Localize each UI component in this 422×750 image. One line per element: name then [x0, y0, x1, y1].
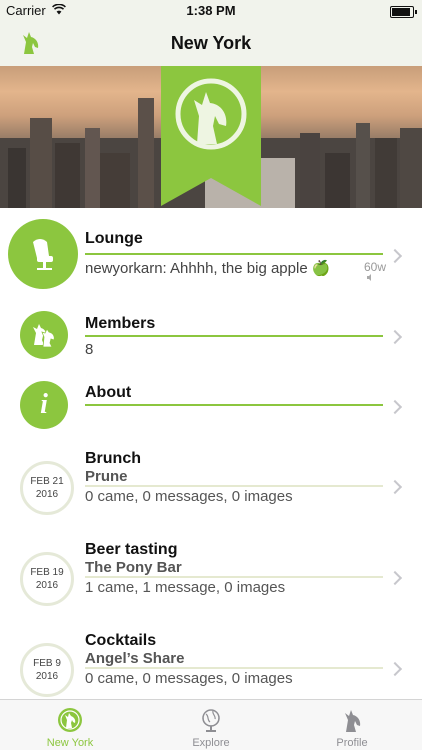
chevron-right-icon [387, 399, 403, 415]
horse-profile-icon [345, 710, 361, 732]
chevron-right-icon [387, 248, 403, 264]
lounge-last-message: newyorkarn: Ahhhh, the big apple 🍏 [85, 260, 331, 277]
event-venue: Prune [85, 468, 128, 485]
divider [85, 253, 383, 255]
event-row[interactable]: FEB 21 2016 Brunch Prune 0 came, 0 messa… [0, 440, 422, 531]
about-row[interactable]: i About [0, 370, 422, 440]
tab-explore[interactable]: Explore [141, 700, 281, 750]
info-icon: i [20, 381, 68, 429]
event-date-label: FEB 21 [30, 476, 64, 487]
city-hero-image [0, 66, 422, 208]
event-year-label: 2016 [35, 580, 59, 591]
members-count: 8 [85, 341, 94, 358]
tab-new-york[interactable]: New York [0, 700, 140, 750]
event-row[interactable]: FEB 9 2016 Cocktails Angel’s Share 0 cam… [0, 622, 422, 700]
status-bar: Carrier 1:38 PM [0, 0, 422, 22]
battery-icon [390, 6, 417, 18]
divider [85, 404, 383, 406]
speaker-muted-icon [367, 274, 371, 281]
nav-bar: New York [0, 22, 422, 67]
tab-label: Explore [192, 737, 230, 749]
event-row[interactable]: FEB 19 2016 Beer tasting The Pony Bar 1 … [0, 531, 422, 622]
event-venue: Angel’s Share [85, 650, 185, 667]
event-stats: 0 came, 0 messages, 0 images [85, 488, 293, 505]
event-name: Brunch [85, 450, 141, 467]
horse-badge-icon [58, 708, 82, 732]
divider [85, 667, 383, 669]
community-banner-badge [161, 66, 261, 206]
event-date-label: FEB 9 [33, 658, 61, 669]
divider [85, 335, 383, 337]
event-year-label: 2016 [35, 671, 59, 682]
divider [85, 485, 383, 487]
clock: 1:38 PM [186, 3, 236, 18]
chevron-right-icon [387, 479, 403, 495]
event-stats: 1 came, 1 message, 0 images [85, 579, 286, 596]
lounge-title: Lounge [85, 230, 143, 247]
chevron-right-icon [387, 329, 403, 345]
tab-label: Profile [336, 737, 368, 749]
tab-bar: New York Explore Profile [0, 699, 422, 750]
event-date-label: FEB 19 [30, 567, 64, 578]
event-venue: The Pony Bar [85, 559, 182, 576]
tab-profile[interactable]: Profile [282, 700, 422, 750]
event-name: Beer tasting [85, 541, 178, 558]
divider [85, 576, 383, 578]
page-title: New York [170, 33, 252, 53]
event-date-badge: FEB 21 2016 [20, 461, 74, 515]
about-title: About [85, 384, 132, 401]
globe-icon [202, 709, 220, 732]
chevron-right-icon [387, 570, 403, 586]
tab-label: New York [46, 737, 94, 749]
event-date-badge: FEB 19 2016 [20, 552, 74, 606]
members-icon [20, 311, 68, 359]
event-date-badge: FEB 9 2016 [20, 643, 74, 697]
members-title: Members [85, 315, 156, 332]
event-year-label: 2016 [35, 489, 59, 500]
chevron-right-icon [387, 661, 403, 677]
event-stats: 0 came, 0 messages, 0 images [85, 670, 293, 687]
lounge-row[interactable]: Lounge newyorkarn: Ahhhh, the big apple … [0, 208, 422, 300]
lounge-timestamp: 60w [363, 260, 386, 274]
members-row[interactable]: Members 8 [0, 300, 422, 370]
event-name: Cocktails [85, 632, 157, 649]
chair-icon [8, 219, 78, 289]
